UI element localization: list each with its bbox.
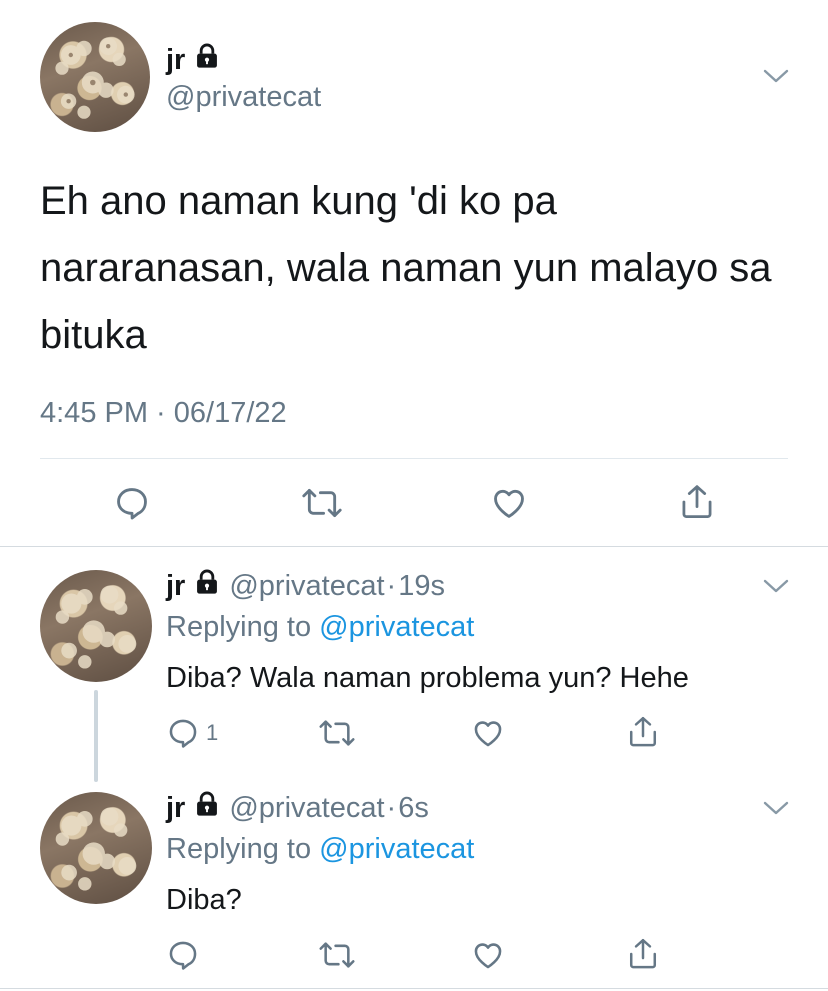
reply-button[interactable] bbox=[113, 484, 151, 522]
chevron-down-icon[interactable] bbox=[762, 798, 790, 823]
avatar-flowers-image bbox=[55, 585, 137, 669]
replying-to: Replying to @privatecat bbox=[166, 832, 474, 866]
author-handle[interactable]: @privatecat bbox=[166, 80, 321, 114]
like-button[interactable] bbox=[490, 484, 528, 522]
mention-link[interactable]: @privatecat bbox=[319, 833, 474, 865]
lock-icon bbox=[193, 568, 221, 604]
lock-icon bbox=[193, 790, 221, 826]
separator-dot: · bbox=[386, 570, 397, 602]
author-handle[interactable]: @privatecat bbox=[229, 569, 384, 603]
reply-button[interactable]: 1 bbox=[166, 716, 218, 750]
reply-header: jr @privatecat · 6s bbox=[166, 790, 429, 826]
chevron-down-icon[interactable] bbox=[762, 66, 790, 91]
avatar[interactable] bbox=[40, 22, 150, 132]
tweet-text: Eh ano naman kung 'di ko pa nararanasan,… bbox=[40, 179, 772, 357]
like-icon bbox=[490, 484, 528, 522]
author-name[interactable]: jr bbox=[166, 791, 185, 825]
author-name[interactable]: jr bbox=[166, 43, 185, 77]
like-button[interactable] bbox=[471, 938, 505, 972]
reply-icon bbox=[166, 938, 200, 972]
avatar[interactable] bbox=[40, 792, 152, 904]
avatar[interactable] bbox=[40, 570, 152, 682]
tweet-timestamp[interactable]: 4:45 PM · 06/17/22 bbox=[40, 396, 287, 430]
author-name-row: jr bbox=[166, 42, 221, 78]
reply-button[interactable] bbox=[166, 938, 206, 972]
like-button[interactable] bbox=[471, 716, 505, 750]
share-icon bbox=[626, 714, 660, 750]
reply-text: Diba? Wala naman problema yun? Hehe bbox=[166, 662, 689, 694]
share-button[interactable] bbox=[626, 714, 660, 750]
share-button[interactable] bbox=[678, 482, 716, 522]
replying-prefix: Replying to bbox=[166, 833, 312, 865]
divider bbox=[40, 458, 788, 459]
reply-text: Diba? bbox=[166, 884, 242, 916]
like-icon bbox=[471, 716, 505, 750]
retweet-icon bbox=[318, 938, 356, 972]
replying-to: Replying to @privatecat bbox=[166, 610, 474, 644]
reply-time[interactable]: 6s bbox=[398, 791, 429, 825]
retweet-icon bbox=[318, 716, 356, 750]
reply-icon bbox=[166, 716, 200, 750]
share-button[interactable] bbox=[626, 936, 660, 972]
tweet-thread: jr @privatecat Eh ano naman kung 'di ko … bbox=[0, 0, 828, 991]
reply-count: 1 bbox=[206, 720, 219, 745]
share-icon bbox=[626, 936, 660, 972]
divider bbox=[0, 988, 828, 989]
avatar-flowers-image bbox=[55, 807, 137, 891]
replying-prefix: Replying to bbox=[166, 611, 312, 643]
lock-icon bbox=[193, 42, 221, 78]
share-icon bbox=[678, 482, 716, 522]
reply-time[interactable]: 19s bbox=[398, 569, 445, 603]
retweet-icon bbox=[301, 484, 343, 522]
thread-connector-line bbox=[94, 690, 98, 782]
divider bbox=[0, 546, 828, 547]
reply-icon bbox=[113, 484, 151, 522]
retweet-button[interactable] bbox=[301, 484, 343, 522]
avatar-flowers-image bbox=[55, 37, 135, 119]
like-icon bbox=[471, 938, 505, 972]
retweet-button[interactable] bbox=[318, 938, 356, 972]
chevron-down-icon[interactable] bbox=[762, 576, 790, 601]
retweet-button[interactable] bbox=[318, 716, 356, 750]
separator-dot: · bbox=[386, 792, 397, 824]
mention-link[interactable]: @privatecat bbox=[319, 611, 474, 643]
author-handle[interactable]: @privatecat bbox=[229, 791, 384, 825]
reply-header: jr @privatecat · 19s bbox=[166, 568, 445, 604]
author-name[interactable]: jr bbox=[166, 569, 185, 603]
